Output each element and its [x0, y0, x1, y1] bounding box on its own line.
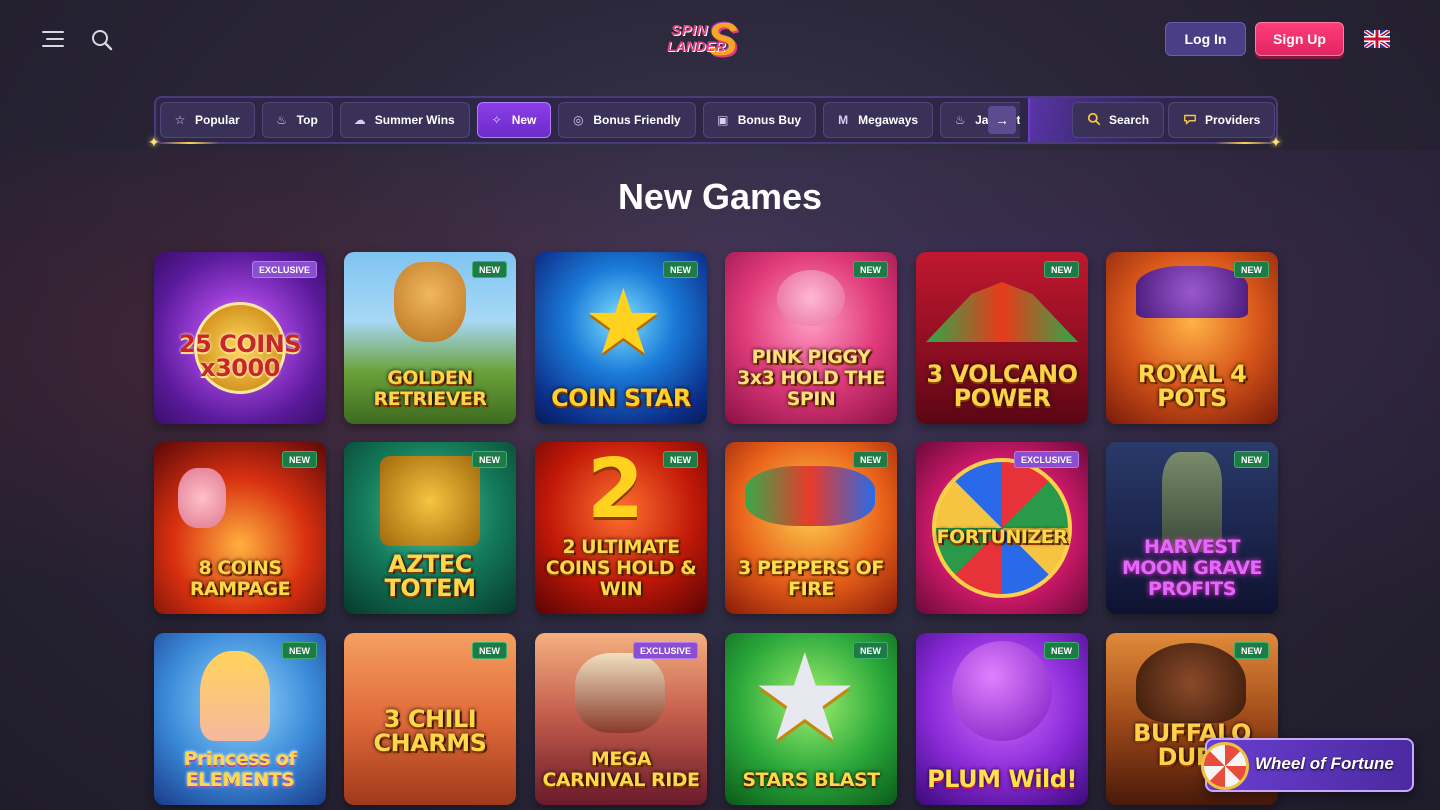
- site-logo[interactable]: S SPIN LANDER: [655, 12, 775, 66]
- search-icon: [1087, 112, 1101, 129]
- new-badge: NEW: [472, 451, 507, 468]
- top-header: S SPIN LANDER Log In Sign Up: [0, 0, 1440, 80]
- game-card[interactable]: 3 VOLCANO POWER NEW: [916, 252, 1088, 424]
- fortune-wheel-icon: [1201, 742, 1249, 790]
- category-nav: ☆ Popular ♨ Top ☁ Summer Wins ✧ New ◎ Bonus F…: [154, 96, 1278, 144]
- providers-icon: [1183, 112, 1197, 129]
- new-badge: NEW: [853, 451, 888, 468]
- tab-bonus-friendly[interactable]: ◎ Bonus Friendly: [558, 102, 696, 138]
- new-badge: NEW: [853, 642, 888, 659]
- category-tabs: ☆ Popular ♨ Top ☁ Summer Wins ✧ New ◎ Bonus F…: [160, 102, 1020, 138]
- sparkle-icon: ✧: [491, 113, 502, 127]
- game-card[interactable]: 2 2 ULTIMATE COINS HOLD & WIN NEW: [535, 442, 707, 614]
- game-title: AZTEC TOTEM: [384, 550, 476, 602]
- hamburger-icon[interactable]: [42, 29, 66, 49]
- signup-button[interactable]: Sign Up: [1255, 22, 1344, 56]
- exclusive-badge: EXCLUSIVE: [251, 261, 317, 278]
- game-title: 3 CHILI CHARMS: [373, 705, 487, 757]
- sparkle-decoration-icon: ✦: [148, 134, 160, 150]
- tab-new[interactable]: ✧ New: [476, 102, 552, 138]
- game-card[interactable]: Princess of ELEMENTS NEW: [154, 633, 326, 805]
- game-title: PLUM Wild!: [927, 765, 1077, 793]
- new-badge: NEW: [1044, 642, 1079, 659]
- game-card[interactable]: 8 COINS RAMPAGE NEW: [154, 442, 326, 614]
- game-title: 3 PEPPERS OF FIRE: [738, 557, 884, 600]
- game-card[interactable]: GOLDEN RETRIEVER NEW: [344, 252, 516, 424]
- glow-line: [1215, 142, 1275, 144]
- game-card[interactable]: MEGA CARNIVAL RIDE EXCLUSIVE: [535, 633, 707, 805]
- game-title: 3 VOLCANO POWER: [926, 360, 1078, 412]
- logo-text-top: SPIN: [671, 22, 709, 39]
- search-button[interactable]: Search: [1072, 102, 1165, 138]
- jackpot-icon: ♨: [954, 113, 966, 127]
- game-title: 2 ULTIMATE COINS HOLD & WIN: [545, 536, 697, 600]
- new-badge: NEW: [663, 451, 698, 468]
- game-card[interactable]: 25 COINS x3000 EXCLUSIVE: [154, 252, 326, 424]
- exclusive-badge: EXCLUSIVE: [632, 642, 698, 659]
- page-title: New Games: [617, 176, 823, 217]
- new-badge: NEW: [1044, 261, 1079, 278]
- tab-bonus-buy[interactable]: ▣ Bonus Buy: [702, 102, 817, 138]
- nav-next-arrow-icon[interactable]: →: [988, 106, 1016, 134]
- game-card[interactable]: ★ STARS BLAST NEW: [725, 633, 897, 805]
- tab-megaways[interactable]: M Megaways: [823, 102, 934, 138]
- new-badge: NEW: [1234, 451, 1269, 468]
- bonus-icon: ◎: [573, 113, 584, 127]
- game-title: FORTUNIZER: [936, 526, 1068, 548]
- game-card[interactable]: ★ COIN STAR NEW: [535, 252, 707, 424]
- new-badge: NEW: [472, 642, 507, 659]
- game-card[interactable]: AZTEC TOTEM NEW: [344, 442, 516, 614]
- game-title: PINK PIGGY 3x3 HOLD THE SPIN: [737, 346, 885, 410]
- new-badge: NEW: [663, 261, 698, 278]
- new-badge: NEW: [853, 261, 888, 278]
- wheel-of-fortune-button[interactable]: Wheel of Fortune: [1201, 738, 1414, 792]
- game-card[interactable]: HARVEST MOON GRAVE PROFITS NEW: [1106, 442, 1278, 614]
- game-card[interactable]: ROYAL 4 POTS NEW: [1106, 252, 1278, 424]
- glow-line: [160, 142, 220, 144]
- tab-top[interactable]: ♨ Top: [261, 102, 333, 138]
- search-icon[interactable]: [90, 28, 114, 52]
- nav-actions: Search Providers: [1028, 98, 1276, 142]
- game-title: 8 COINS RAMPAGE: [189, 557, 291, 600]
- new-badge: NEW: [282, 451, 317, 468]
- game-card[interactable]: PLUM Wild! NEW: [916, 633, 1088, 805]
- tab-popular[interactable]: ☆ Popular: [160, 102, 255, 138]
- megaways-icon: M: [838, 113, 849, 127]
- logo-text-bottom: LANDER: [667, 38, 726, 54]
- bag-icon: ▣: [717, 113, 729, 127]
- game-title: MEGA CARNIVAL RIDE: [542, 748, 700, 791]
- tab-summer-wins[interactable]: ☁ Summer Wins: [339, 102, 470, 138]
- new-badge: NEW: [1234, 642, 1269, 659]
- game-card[interactable]: 3 PEPPERS OF FIRE NEW: [725, 442, 897, 614]
- game-title: GOLDEN RETRIEVER: [373, 367, 487, 410]
- exclusive-badge: EXCLUSIVE: [1013, 451, 1079, 468]
- providers-button[interactable]: Providers: [1168, 102, 1276, 138]
- wheel-of-fortune-label: Wheel of Fortune: [1255, 754, 1394, 773]
- new-badge: NEW: [472, 261, 507, 278]
- new-badge: NEW: [282, 642, 317, 659]
- game-title: STARS BLAST: [742, 769, 880, 791]
- uk-flag-icon[interactable]: [1364, 30, 1390, 48]
- game-title: Princess of ELEMENTS: [183, 748, 297, 791]
- game-title: HARVEST MOON GRAVE PROFITS: [1121, 536, 1263, 600]
- game-title: COIN STAR: [551, 384, 691, 412]
- summer-icon: ☁: [353, 113, 366, 127]
- new-badge: NEW: [1234, 261, 1269, 278]
- game-card[interactable]: FORTUNIZER EXCLUSIVE: [916, 442, 1088, 614]
- game-title: ROYAL 4 POTS: [1137, 360, 1247, 412]
- game-title: 25 COINS x3000: [178, 330, 302, 382]
- game-card[interactable]: PINK PIGGY 3x3 HOLD THE SPIN NEW: [725, 252, 897, 424]
- star-icon: ☆: [174, 113, 186, 127]
- game-card[interactable]: 3 CHILI CHARMS NEW: [344, 633, 516, 805]
- login-button[interactable]: Log In: [1165, 22, 1246, 56]
- flame-icon: ♨: [276, 113, 288, 127]
